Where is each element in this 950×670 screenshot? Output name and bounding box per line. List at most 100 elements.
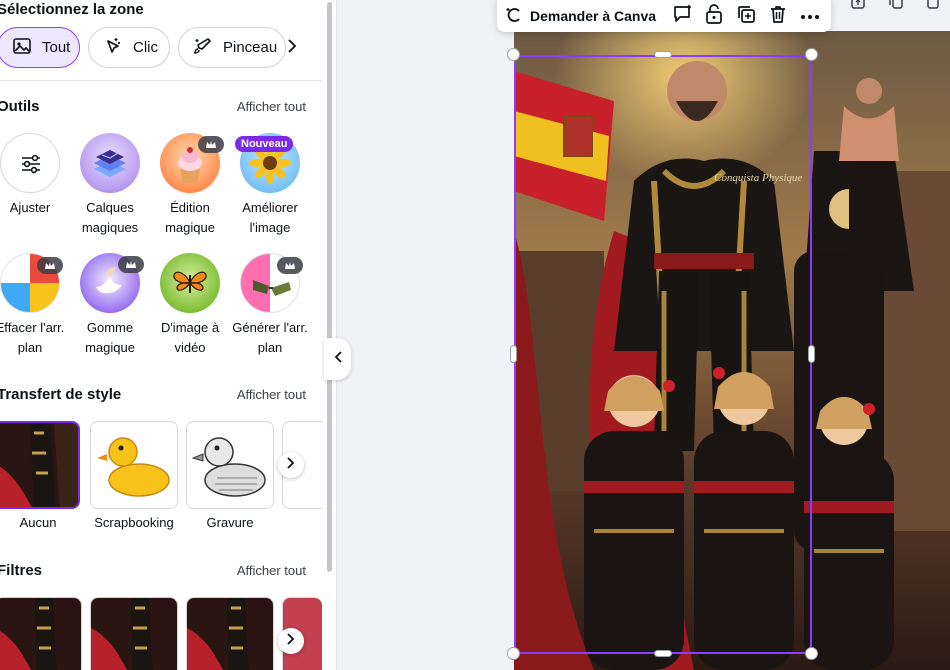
style-label: Aucun	[19, 515, 57, 530]
ask-canva-button[interactable]: Demander à Canva	[505, 6, 656, 27]
tool-label: Calques magiques	[81, 200, 139, 235]
tool-label: Effacer l'arr. plan	[0, 320, 65, 355]
style-label: Gravure	[206, 515, 254, 530]
page-duplicate-button[interactable]	[886, 0, 906, 14]
resize-handle-right[interactable]	[808, 345, 815, 363]
style-card-aucun[interactable]	[0, 421, 80, 509]
duplicate-icon	[888, 0, 904, 15]
resize-handle-bottom-right[interactable]	[805, 647, 818, 660]
tool-label: D'image à vidéo	[160, 320, 220, 355]
duplicate-button[interactable]	[734, 4, 758, 28]
filters-title: Filtres	[0, 562, 43, 579]
filter-thumbnail	[0, 598, 81, 670]
tools-see-all-link[interactable]: Afficher tout	[237, 99, 306, 114]
crown-icon	[118, 256, 144, 273]
magic-layers-icon	[80, 133, 140, 193]
resize-handle-top[interactable]	[654, 51, 672, 58]
tool-label: Gomme magique	[85, 320, 135, 355]
zone-title: Sélectionnez la zone	[0, 1, 144, 18]
style-see-all-link[interactable]: Afficher tout	[237, 387, 306, 402]
chips-next-button[interactable]	[283, 36, 301, 60]
lock-button[interactable]	[702, 3, 726, 28]
filter-thumbnail	[91, 598, 177, 670]
resize-handle-top-left[interactable]	[507, 48, 520, 61]
beach-ball-icon	[0, 253, 63, 313]
chip-clic[interactable]: Clic	[88, 27, 170, 68]
style-transfer-title: Transfert de style	[0, 386, 122, 403]
dove-icon	[80, 253, 144, 313]
sliders-icon	[0, 133, 60, 193]
tool-ameliorer[interactable]: Nouveau Améliorer l'image	[230, 133, 310, 238]
style-thumbnail	[0, 423, 78, 507]
filters-next-button[interactable]	[278, 628, 304, 654]
page-add-button[interactable]	[924, 0, 944, 14]
element-context-toolbar: Demander à Canva	[497, 0, 831, 32]
chevron-right-icon	[287, 38, 297, 58]
chevron-right-icon	[287, 632, 295, 650]
collapse-panel-button[interactable]	[324, 338, 351, 380]
add-comment-button[interactable]	[670, 4, 694, 28]
resize-handle-bottom[interactable]	[654, 650, 672, 657]
style-label: Scrapbooking	[94, 515, 174, 530]
divider	[0, 80, 322, 81]
page-toolbar	[848, 0, 944, 14]
chip-tout[interactable]: Tout	[0, 27, 80, 68]
tool-label: Édition magique	[165, 200, 215, 235]
filters-see-all-link[interactable]: Afficher tout	[237, 563, 306, 578]
chevron-left-icon	[334, 350, 342, 368]
tool-effacer-arr-plan[interactable]: Effacer l'arr. plan	[0, 253, 70, 358]
butterfly-icon	[160, 253, 220, 313]
scroll-thumb[interactable]	[327, 2, 332, 572]
filter-card[interactable]	[90, 597, 178, 670]
comment-add-icon	[671, 3, 693, 30]
more-icon	[800, 7, 820, 25]
chevron-right-icon	[287, 456, 295, 474]
resize-handle-bottom-left[interactable]	[507, 647, 520, 660]
sunglasses-icon	[240, 253, 303, 313]
style-card-scrapbooking[interactable]	[90, 421, 178, 509]
chip-pinceau[interactable]: Pinceau	[178, 27, 286, 68]
crown-icon	[198, 136, 224, 153]
chip-label: Pinceau	[223, 39, 278, 56]
lock-icon	[850, 0, 866, 15]
filter-card[interactable]	[186, 597, 274, 670]
canva-ai-icon	[505, 6, 523, 27]
resize-handle-top-right[interactable]	[805, 48, 818, 61]
tool-label: Ajuster	[9, 200, 51, 215]
style-next-button[interactable]	[278, 452, 304, 478]
delete-button[interactable]	[766, 4, 790, 28]
tool-calques-magiques[interactable]: Calques magiques	[70, 133, 150, 238]
more-options-button[interactable]	[798, 4, 822, 28]
chip-label: Tout	[42, 39, 71, 56]
tool-label: Générer l'arr. plan	[232, 320, 308, 355]
duplicate-icon	[736, 4, 756, 29]
magic-click-icon	[103, 36, 123, 60]
tools-title: Outils	[0, 98, 40, 115]
brush-icon	[193, 36, 213, 60]
panel-scrollbar[interactable]	[322, 0, 337, 670]
ask-canva-label: Demander à Canva	[530, 8, 657, 24]
image-icon	[12, 36, 32, 60]
chip-label: Clic	[133, 39, 158, 56]
tool-image-video[interactable]: D'image à vidéo	[150, 253, 230, 358]
add-page-icon	[926, 0, 942, 15]
tool-label: Améliorer l'image	[242, 200, 298, 235]
crown-icon	[37, 257, 63, 274]
sunflower-icon: Nouveau	[235, 133, 300, 193]
tool-edition-magique[interactable]: Édition magique	[150, 133, 230, 238]
edit-photo-panel: Sélectionnez la zone Tout Clic Pinceau O…	[0, 0, 322, 670]
style-card-gravure[interactable]	[186, 421, 274, 509]
trash-icon	[768, 4, 788, 29]
filter-thumbnail	[187, 598, 273, 670]
tool-gomme-magique[interactable]: Gomme magique	[70, 253, 150, 358]
crown-icon	[277, 257, 303, 274]
tool-generer-arr-plan[interactable]: Générer l'arr. plan	[230, 253, 310, 358]
page-lock-button[interactable]	[848, 0, 868, 14]
rubber-duck-icon	[91, 422, 177, 508]
engraved-duck-icon	[187, 422, 273, 508]
new-badge: Nouveau	[235, 136, 294, 152]
resize-handle-left[interactable]	[510, 345, 517, 363]
selection-box	[514, 55, 812, 654]
tool-ajuster[interactable]: Ajuster	[0, 133, 70, 218]
filter-card[interactable]	[0, 597, 82, 670]
